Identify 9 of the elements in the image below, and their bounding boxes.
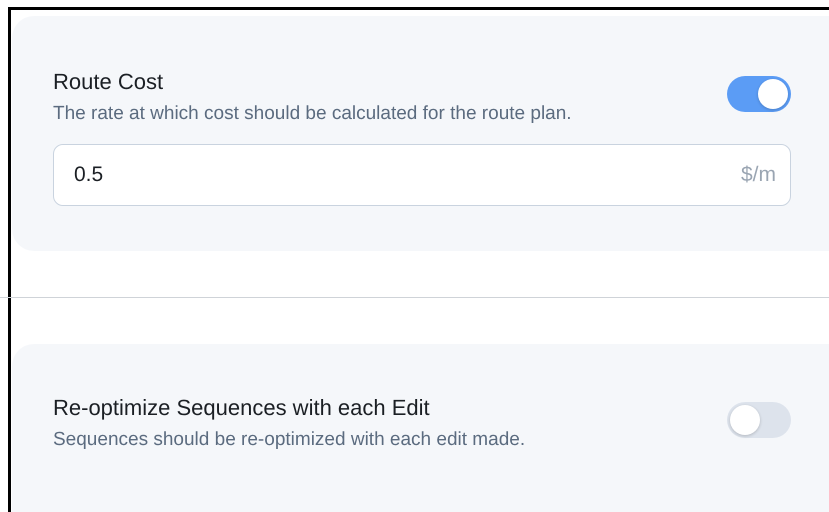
- rate-input-field[interactable]: 0.5 $/m: [53, 144, 791, 206]
- field-value: 0.5: [74, 163, 104, 187]
- setting-description: The rate at which cost should be calculated for the route plan.: [53, 102, 572, 126]
- setting-title: Re-optimize Sequences with each Edit: [53, 394, 431, 422]
- setting-title: Route Cost: [53, 68, 164, 96]
- toggle-switch[interactable]: [727, 76, 791, 112]
- unit-label: $/m: [740, 163, 776, 187]
- toggle-switch[interactable]: [727, 402, 791, 438]
- setting-description: Sequences should be re-optimized with each edit made.: [53, 428, 526, 452]
